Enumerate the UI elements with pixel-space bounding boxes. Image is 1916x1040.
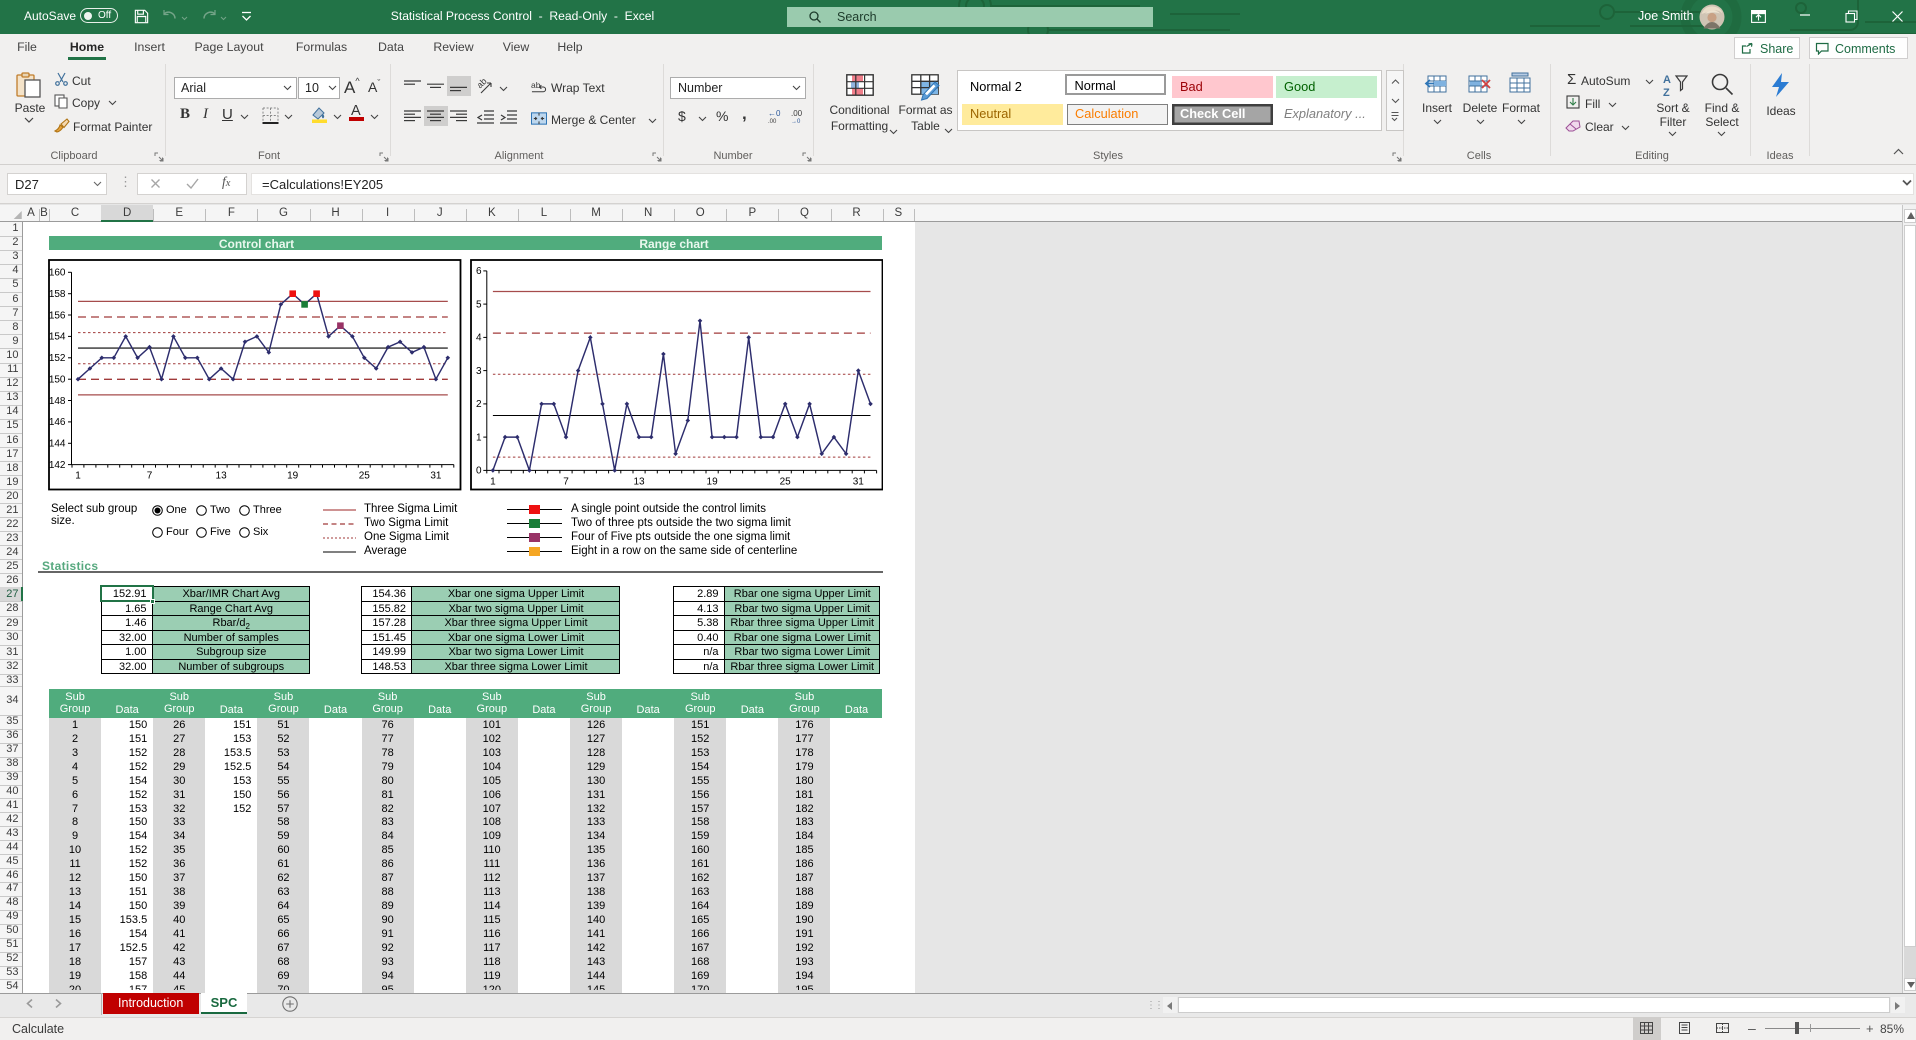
svg-text:148: 148 (49, 395, 66, 406)
svg-text:→0: →0 (791, 119, 801, 123)
svg-text:Z: Z (1663, 87, 1670, 98)
svg-text:158: 158 (49, 289, 66, 300)
svg-text:0: 0 (475, 465, 481, 476)
svg-text:150: 150 (49, 374, 66, 385)
svg-text:19: 19 (706, 476, 718, 487)
svg-text:25: 25 (359, 470, 371, 481)
svg-text:156: 156 (49, 310, 66, 321)
svg-text:.00: .00 (791, 109, 803, 118)
svg-text:1: 1 (475, 432, 481, 443)
svg-text:7: 7 (147, 470, 153, 481)
svg-text:6: 6 (475, 266, 481, 277)
svg-text:144: 144 (49, 438, 66, 449)
svg-text:19: 19 (287, 470, 299, 481)
svg-text:13: 13 (633, 476, 645, 487)
svg-text:31: 31 (852, 476, 864, 487)
svg-text:3: 3 (475, 365, 481, 376)
svg-text:1: 1 (75, 470, 81, 481)
svg-text:.00: .00 (768, 119, 777, 123)
svg-text:7: 7 (563, 476, 569, 487)
svg-text:←0: ←0 (768, 109, 781, 118)
svg-text:152: 152 (49, 353, 66, 364)
svg-text:1: 1 (490, 476, 496, 487)
svg-text:13: 13 (216, 470, 228, 481)
svg-text:31: 31 (430, 470, 442, 481)
svg-text:2: 2 (475, 399, 481, 410)
svg-text:154: 154 (49, 331, 66, 342)
svg-text:4: 4 (475, 332, 481, 343)
svg-text:A: A (1663, 74, 1671, 86)
svg-text:160: 160 (49, 267, 66, 278)
svg-text:ab: ab (478, 78, 489, 90)
svg-text:5: 5 (475, 299, 481, 310)
svg-text:146: 146 (49, 417, 66, 428)
svg-text:142: 142 (49, 459, 66, 470)
svg-text:25: 25 (779, 476, 791, 487)
svg-text:ab: ab (531, 80, 541, 90)
